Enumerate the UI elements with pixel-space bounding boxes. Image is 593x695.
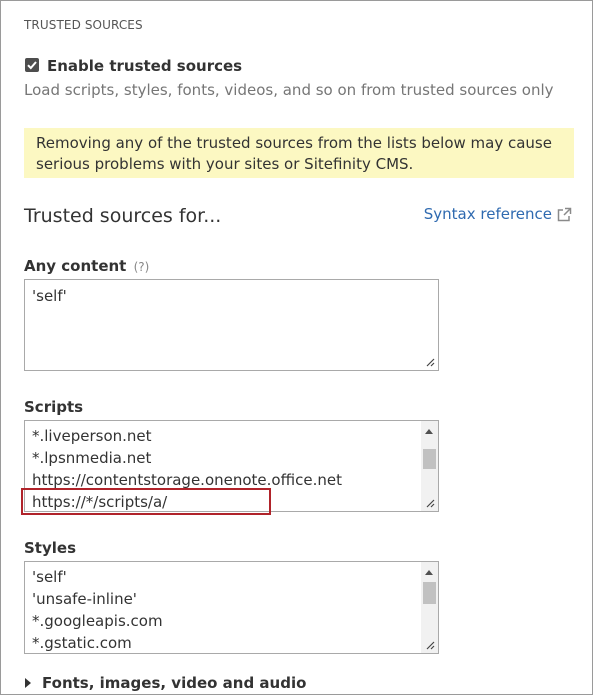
resize-grip-icon[interactable]	[425, 498, 435, 508]
enable-trusted-sources-description: Load scripts, styles, fonts, videos, and…	[24, 81, 554, 99]
styles-textarea[interactable]: 'self' 'unsafe-inline' *.googleapis.com …	[24, 561, 439, 654]
highlight-box	[21, 488, 271, 515]
any-content-label-text: Any content	[24, 257, 127, 275]
syntax-reference-link[interactable]: Syntax reference	[424, 205, 572, 223]
fonts-images-video-audio-toggle[interactable]: Fonts, images, video and audio	[24, 674, 306, 692]
scrollbar-thumb[interactable]	[423, 582, 436, 604]
warning-line-1: Removing any of the trusted sources from…	[36, 134, 552, 152]
any-content-line: 'self'	[32, 287, 67, 305]
syntax-reference-label[interactable]: Syntax reference	[424, 205, 552, 223]
checkmark-icon	[27, 61, 37, 70]
warning-line-2: serious problems with your sites or Site…	[36, 155, 414, 173]
any-content-help-icon[interactable]: (?)	[134, 260, 150, 274]
enable-trusted-sources-label[interactable]: Enable trusted sources	[47, 57, 242, 75]
caret-right-icon	[25, 678, 31, 688]
scripts-line: *.liveperson.net	[32, 427, 152, 445]
any-content-label: Any content (?)	[24, 257, 149, 275]
styles-line: 'self'	[32, 568, 67, 586]
scrollbar-thumb[interactable]	[423, 449, 436, 469]
trusted-sources-panel: TRUSTED SOURCES Enable trusted sources L…	[0, 0, 593, 695]
external-link-icon	[557, 207, 572, 221]
trusted-sources-heading: Trusted sources for...	[24, 205, 222, 227]
scroll-up-arrow-icon[interactable]	[425, 570, 433, 575]
fonts-section-label[interactable]: Fonts, images, video and audio	[42, 674, 306, 692]
resize-grip-icon[interactable]	[425, 640, 435, 650]
scripts-line: *.lpsnmedia.net	[32, 449, 152, 467]
resize-grip-icon[interactable]	[425, 357, 435, 367]
styles-line: *.gstatic.com	[32, 634, 132, 652]
scripts-label: Scripts	[24, 398, 84, 416]
styles-line: 'unsafe-inline'	[32, 590, 137, 608]
warning-message: Removing any of the trusted sources from…	[24, 128, 574, 178]
any-content-textarea[interactable]: 'self'	[24, 279, 439, 371]
scripts-line: https://contentstorage.onenote.office.ne…	[32, 471, 342, 489]
scroll-up-arrow-icon[interactable]	[425, 429, 433, 434]
styles-label: Styles	[24, 539, 76, 557]
section-title: TRUSTED SOURCES	[24, 18, 143, 32]
enable-trusted-sources-checkbox[interactable]	[25, 58, 39, 72]
styles-line: *.googleapis.com	[32, 612, 163, 630]
